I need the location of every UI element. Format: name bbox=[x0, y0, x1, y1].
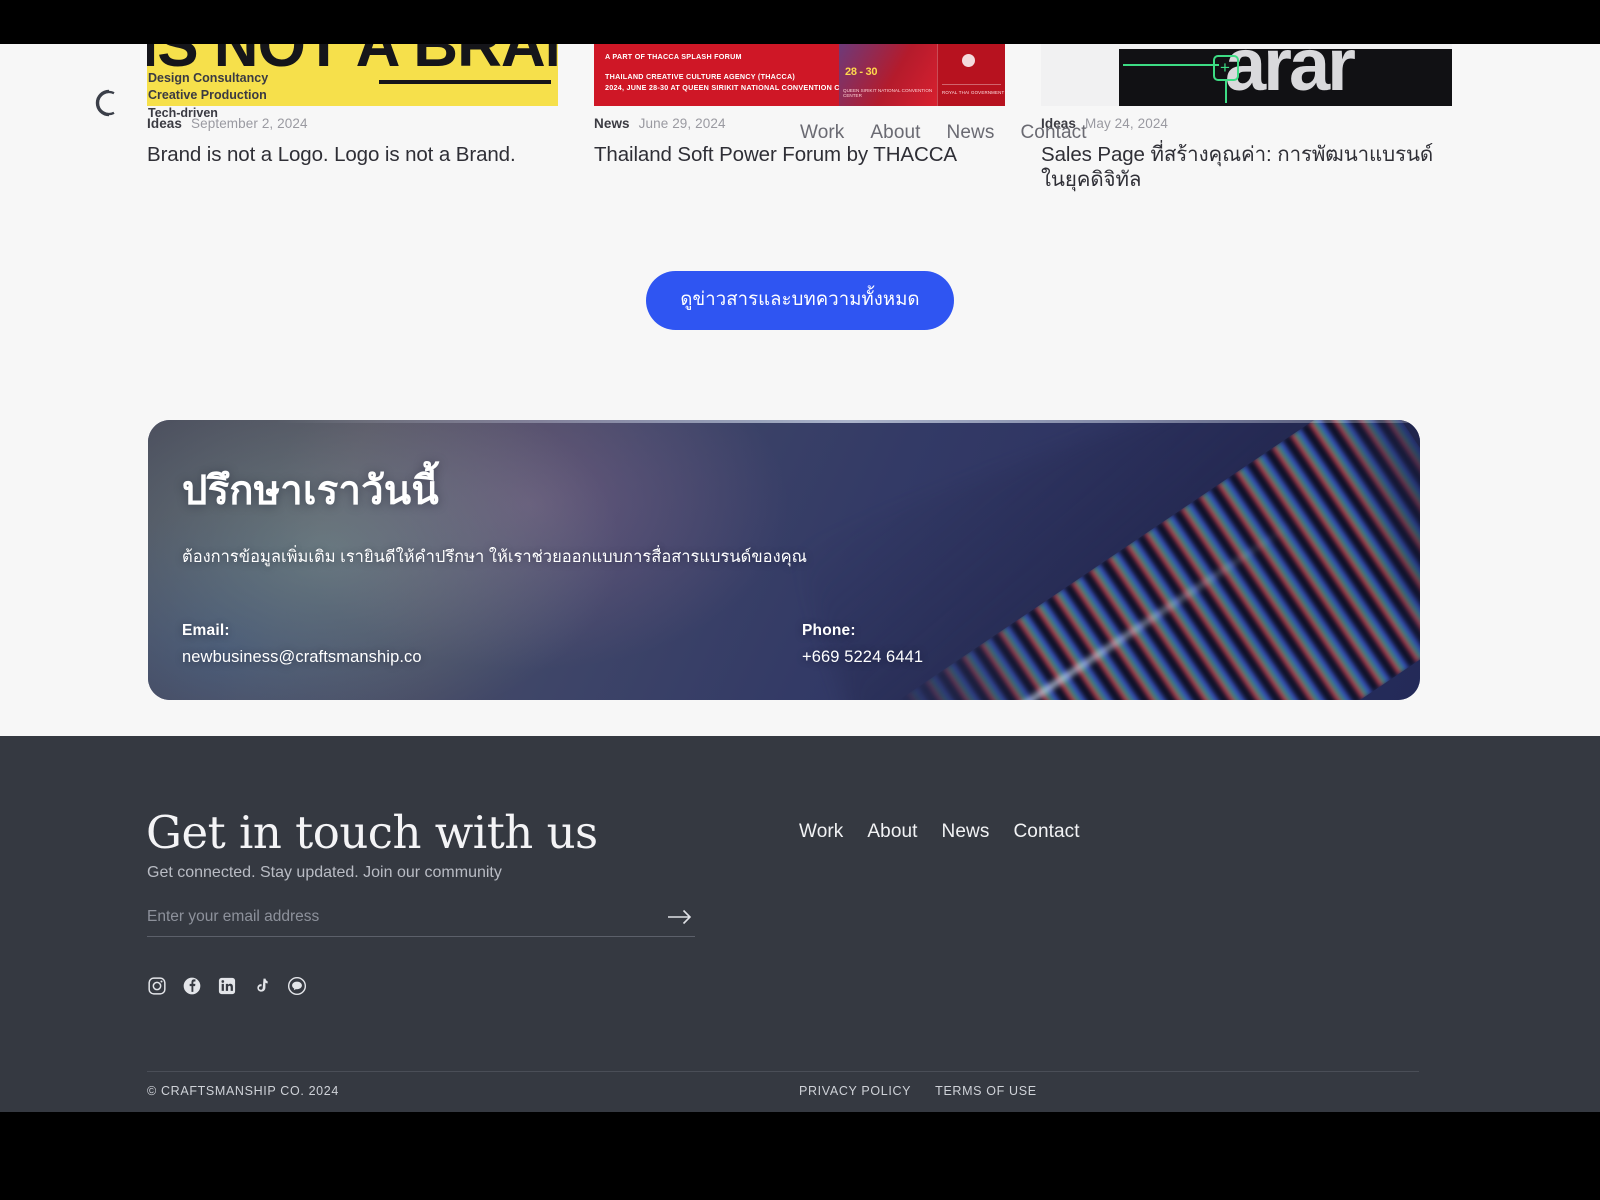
thumb-divider bbox=[942, 84, 1001, 85]
thumb-date-panel: 28 - 30 QUEEN SIRIKIT NATIONAL CONVENTIO… bbox=[839, 44, 937, 106]
line-icon[interactable] bbox=[287, 976, 307, 996]
wireframe-stem bbox=[1225, 81, 1227, 103]
news-date: June 29, 2024 bbox=[638, 116, 726, 131]
nav-item-work[interactable]: Work bbox=[800, 122, 844, 144]
news-card[interactable]: A PART OF THACCA SPLASH FORUM THAILAND C… bbox=[594, 44, 1005, 192]
banner-content: ปรึกษาเราวันนี้ ต้องการข้อมูลเพิ่มเติม เ… bbox=[148, 420, 1420, 570]
view-all-news-button[interactable]: ดูข่าวสารและบทความทั้งหมด bbox=[646, 271, 954, 330]
news-title[interactable]: Brand is not a Logo. Logo is not a Brand… bbox=[147, 142, 558, 167]
footer-nav-contact[interactable]: Contact bbox=[1013, 821, 1079, 843]
nav-item-contact[interactable]: Contact bbox=[1020, 122, 1086, 144]
arrow-right-icon bbox=[668, 909, 692, 925]
footer-divider bbox=[147, 1071, 1419, 1072]
thumb-date-badge: 28 - 30 bbox=[845, 66, 878, 78]
tiktok-icon[interactable] bbox=[252, 976, 272, 996]
plus-icon: + bbox=[1220, 58, 1230, 77]
crest-icon bbox=[962, 54, 975, 67]
legal-links: PRIVACY POLICY TERMS OF USE bbox=[799, 1084, 1037, 1098]
double-c-logo-icon[interactable] bbox=[92, 86, 126, 120]
footer-nav: Work About News Contact bbox=[799, 821, 1080, 843]
thumb-panel-text: ROYAL THAI GOVERNMENT bbox=[942, 90, 1005, 95]
nav-item-news[interactable]: News bbox=[947, 122, 995, 144]
email-subscribe-input[interactable] bbox=[147, 908, 665, 926]
email-value[interactable]: newbusiness@craftsmanship.co bbox=[182, 648, 802, 667]
news-card[interactable]: IS NOT A BRAND Design Consultancy Creati… bbox=[147, 44, 558, 192]
nav-item-about[interactable]: About bbox=[870, 122, 920, 144]
email-block: Email: newbusiness@craftsmanship.co bbox=[182, 622, 802, 667]
phone-block: Phone: +669 5224 6441 bbox=[802, 622, 923, 667]
instagram-icon[interactable] bbox=[147, 976, 167, 996]
submit-arrow-button[interactable] bbox=[665, 908, 695, 926]
thumb-headline: arar bbox=[1225, 44, 1356, 106]
wireframe-line bbox=[1123, 64, 1219, 66]
footer-nav-news[interactable]: News bbox=[942, 821, 990, 843]
thumb-badge-sub: QUEEN SIRIKIT NATIONAL CONVENTION CENTER bbox=[843, 88, 933, 98]
thumb-overlay-text: Design Consultancy Creative Production T… bbox=[148, 71, 269, 120]
thumb-line-1: A PART OF THACCA SPLASH FORUM bbox=[605, 52, 742, 61]
news-card[interactable]: arar + Ideas May 24, 2024 Sales Page ที่… bbox=[1041, 44, 1452, 192]
footer-subheading: Get connected. Stay updated. Join our co… bbox=[147, 864, 502, 881]
footer-nav-about[interactable]: About bbox=[867, 821, 917, 843]
news-meta: Ideas May 24, 2024 bbox=[1041, 116, 1452, 131]
news-category: News bbox=[594, 116, 630, 131]
banner-title: ปรึกษาเราวันนี้ bbox=[182, 469, 439, 513]
privacy-policy-link[interactable]: PRIVACY POLICY bbox=[799, 1084, 911, 1098]
newsletter-form bbox=[147, 908, 695, 937]
facebook-icon[interactable] bbox=[182, 976, 202, 996]
phone-label: Phone: bbox=[802, 622, 856, 639]
site-footer: Get in touch with us Get connected. Stay… bbox=[0, 736, 1600, 1112]
banner-subtitle: ต้องการข้อมูลเพิ่มเติม เรายินดีให้คำปรึก… bbox=[182, 548, 807, 566]
thumb-crest-panel: ROYAL THAI GOVERNMENT bbox=[937, 44, 1005, 106]
thumb-underline bbox=[379, 80, 551, 84]
news-thumbnail[interactable]: A PART OF THACCA SPLASH FORUM THAILAND C… bbox=[594, 44, 1005, 106]
terms-of-use-link[interactable]: TERMS OF USE bbox=[935, 1084, 1037, 1098]
floating-nav: Work About News Contact bbox=[800, 122, 1087, 144]
news-thumbnail[interactable]: arar + bbox=[1041, 44, 1452, 106]
footer-nav-work[interactable]: Work bbox=[799, 821, 843, 843]
social-links bbox=[147, 976, 307, 996]
news-grid: IS NOT A BRAND Design Consultancy Creati… bbox=[147, 44, 1453, 192]
cta-row: ดูข่าวสารและบทความทั้งหมด bbox=[0, 271, 1600, 330]
phone-value[interactable]: +669 5224 6441 bbox=[802, 648, 923, 667]
contact-details: Email: newbusiness@craftsmanship.co Phon… bbox=[182, 622, 1082, 667]
email-label: Email: bbox=[182, 622, 230, 639]
news-title[interactable]: Sales Page ที่สร้างคุณค่า: การพัฒนาแบรนด… bbox=[1041, 142, 1452, 192]
copyright-text: © CRAFTSMANSHIP CO. 2024 bbox=[147, 1084, 339, 1098]
linkedin-icon[interactable] bbox=[217, 976, 237, 996]
page-viewport: Work About News Contact IS NOT A BRAND D… bbox=[0, 44, 1600, 1112]
footer-heading: Get in touch with us bbox=[146, 806, 598, 859]
thumb-line-2: THAILAND CREATIVE CULTURE AGENCY (THACCA… bbox=[605, 72, 796, 81]
news-title[interactable]: Thailand Soft Power Forum by THACCA bbox=[594, 142, 1005, 167]
news-date: May 24, 2024 bbox=[1085, 116, 1169, 131]
